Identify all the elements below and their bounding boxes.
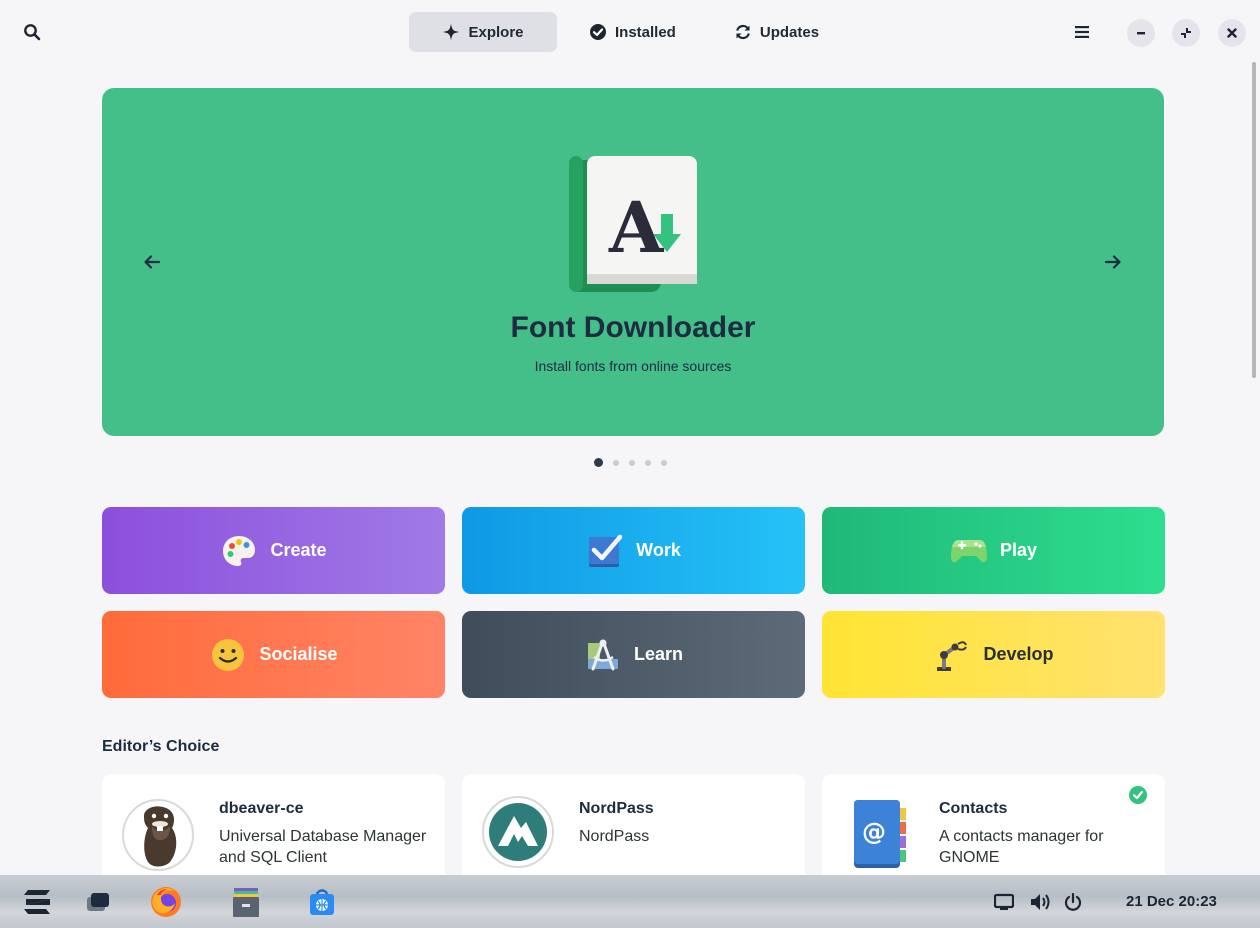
category-work-label: Work — [636, 540, 681, 560]
smiley-icon — [209, 636, 247, 674]
power-menu-button[interactable] — [1060, 875, 1086, 928]
category-play-button[interactable]: Play — [822, 507, 1165, 594]
category-develop-label: Develop — [983, 644, 1054, 664]
svg-text:@: @ — [862, 818, 886, 846]
beaver-icon — [122, 796, 194, 871]
check-circle-icon — [590, 24, 606, 40]
clock[interactable]: 21 Dec 20:23 — [1126, 875, 1217, 928]
zorin-menu-button[interactable] — [18, 875, 58, 928]
category-learn-button[interactable]: Learn — [462, 611, 805, 698]
category-develop-button[interactable]: Develop — [822, 611, 1165, 698]
banner-title: Font Downloader — [510, 311, 756, 344]
tab-explore[interactable]: Explore — [409, 12, 557, 52]
minimize-icon — [1137, 32, 1145, 35]
banner-next-button[interactable] — [1099, 248, 1127, 276]
svg-text:A: A — [608, 186, 665, 269]
checkbox-icon — [586, 532, 624, 570]
close-button[interactable] — [1218, 19, 1246, 47]
zorin-logo-icon — [24, 889, 50, 914]
tab-updates[interactable]: Updates — [708, 12, 845, 52]
workspaces-icon — [87, 892, 109, 911]
software-store-launcher[interactable] — [302, 875, 342, 928]
workspaces-button[interactable] — [80, 875, 116, 928]
restore-button[interactable] — [1172, 19, 1200, 47]
category-create-button[interactable]: Create — [102, 507, 445, 594]
editors-choice-heading: Editor’s Choice — [102, 738, 220, 755]
app-name: NordPass — [579, 800, 654, 817]
category-work-button[interactable]: Work — [462, 507, 805, 594]
pagination-dot[interactable] — [594, 458, 603, 467]
network-wired-icon — [994, 893, 1014, 910]
refresh-icon — [735, 24, 750, 40]
gamepad-icon — [950, 532, 988, 570]
banner-previous-button[interactable] — [138, 248, 166, 276]
main-menu-button[interactable] — [1066, 16, 1098, 48]
pagination-dot[interactable] — [645, 459, 651, 466]
category-socialise-label: Socialise — [259, 644, 338, 664]
view-switcher: Explore Installed Updates — [409, 12, 845, 52]
pagination-dot[interactable] — [613, 459, 619, 466]
tab-updates-label: Updates — [759, 23, 820, 41]
banner-pagination — [594, 458, 667, 467]
restore-icon — [1181, 28, 1191, 38]
taskbar: 21 Dec 20:23 — [0, 875, 1260, 928]
app-card-nordpass[interactable]: NordPass NordPass — [462, 774, 805, 884]
arrow-left-icon — [144, 255, 160, 269]
minimize-button[interactable] — [1127, 19, 1155, 47]
pagination-dot[interactable] — [629, 459, 635, 466]
tab-installed[interactable]: Installed — [563, 12, 702, 52]
power-icon — [1064, 892, 1082, 911]
palette-icon — [220, 532, 258, 570]
app-name: Contacts — [939, 800, 1008, 817]
files-launcher[interactable] — [226, 875, 266, 928]
file-cabinet-icon — [233, 887, 259, 917]
app-card-dbeaver[interactable]: dbeaver-ce Universal Database Manager an… — [102, 774, 445, 884]
category-play-label: Play — [999, 540, 1038, 560]
category-socialise-button[interactable]: Socialise — [102, 611, 445, 698]
hamburger-menu-icon — [1075, 26, 1089, 38]
tab-explore-label: Explore — [468, 23, 524, 41]
scrollbar[interactable] — [1252, 62, 1256, 378]
firefox-icon — [151, 886, 181, 917]
app-description: NordPass — [579, 828, 650, 845]
tab-installed-label: Installed — [615, 23, 676, 41]
app-name: dbeaver-ce — [219, 800, 304, 817]
firefox-launcher[interactable] — [146, 875, 186, 928]
nordpass-icon — [482, 796, 554, 868]
compass-icon — [584, 636, 622, 674]
contacts-book-icon: @ — [842, 796, 914, 868]
app-description: Universal Database Manager and SQL Clien… — [219, 828, 427, 866]
category-create-label: Create — [270, 540, 327, 560]
header-bar: Explore Installed Updates — [0, 0, 1260, 62]
banner-subtitle: Install fonts from online sources — [534, 358, 732, 374]
robot-arm-icon — [933, 636, 971, 674]
app-description: A contacts manager for GNOME — [939, 828, 1104, 866]
search-button[interactable] — [14, 16, 50, 48]
arrow-right-icon — [1105, 255, 1121, 269]
category-learn-label: Learn — [633, 644, 684, 664]
installed-check-icon — [1129, 786, 1147, 804]
volume-indicator[interactable] — [1026, 875, 1054, 928]
font-downloader-app-icon: A — [567, 156, 699, 301]
speaker-icon — [1031, 893, 1050, 910]
close-icon — [1227, 28, 1237, 38]
search-icon — [24, 24, 41, 41]
shopping-bag-icon — [310, 888, 334, 915]
pagination-dot[interactable] — [661, 459, 667, 466]
network-indicator[interactable] — [990, 875, 1018, 928]
explore-star-icon — [443, 24, 460, 40]
app-card-contacts[interactable]: @ Contacts A contacts manager for GNOME — [822, 774, 1165, 884]
